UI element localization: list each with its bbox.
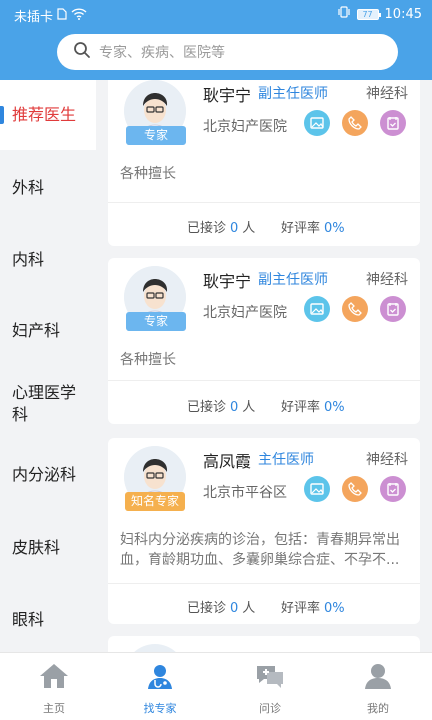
tab-label: 找专家 (143, 702, 177, 715)
doctor-card[interactable]: 专家 耿宇宁 副主任医师 神经科 北京妇产医院 各种擅长 已接诊 0 人 好评率 0% (108, 80, 420, 246)
doctor-hospital: 北京市平谷区 (203, 485, 287, 501)
tab-find-expert[interactable]: 找专家 (130, 663, 190, 716)
header: 未插卡 77 10:45 专家、疾病、医院等 (0, 0, 432, 80)
card-divider (108, 380, 420, 381)
sidebar-item-label: 妇产科 (12, 321, 61, 340)
doctor-card[interactable]: 知名专家 高凤霞 主任医师 神经科 北京市平谷区 妇科内分泌疾病的诊治，包括：青… (108, 438, 420, 624)
rating-label: 好评率 (281, 601, 321, 616)
rating-label: 好评率 (281, 221, 321, 236)
doctor-title: 副主任医师 (258, 272, 328, 288)
consult-unit: 人 (242, 601, 256, 616)
consult-label: 已接诊 (187, 221, 227, 236)
status-bar: 未插卡 77 10:45 (0, 0, 432, 28)
rating-label: 好评率 (281, 400, 321, 415)
doctor-department: 神经科 (366, 452, 408, 468)
famous-expert-badge: 知名专家 (125, 492, 185, 511)
phone-consult-icon[interactable] (342, 110, 368, 136)
doctor-title: 主任医师 (258, 452, 314, 468)
sidebar-item-dermatology[interactable]: 皮肤科 (0, 536, 96, 560)
tab-label: 问诊 (259, 702, 281, 715)
doctor-department: 神经科 (366, 272, 408, 288)
sidebar-item-label: 皮肤科 (12, 538, 61, 557)
doctor-name: 耿宇宁 (203, 86, 252, 105)
card-divider (108, 202, 420, 203)
vibrate-icon (337, 6, 351, 22)
doctor-skill: 各种擅长 (120, 166, 176, 182)
doctor-title: 副主任医师 (258, 86, 328, 102)
image-consult-icon[interactable] (304, 296, 330, 322)
doctor-hospital: 北京妇产医院 (203, 119, 287, 135)
home-icon (39, 663, 69, 692)
sidebar-item-label: 外科 (12, 178, 45, 197)
tab-label: 我的 (367, 702, 389, 715)
avatar (124, 644, 186, 652)
doctor-skill: 各种擅长 (120, 352, 176, 368)
consult-count: 0 (230, 400, 239, 415)
card-divider (108, 583, 420, 584)
appointment-icon[interactable] (380, 110, 406, 136)
phone-consult-icon[interactable] (342, 476, 368, 502)
tab-mine[interactable]: 我的 (348, 663, 408, 716)
consult-unit: 人 (242, 400, 256, 415)
appointment-icon[interactable] (380, 476, 406, 502)
doctor-card[interactable]: 专家 耿宇宁 副主任医师 神经科 北京妇产医院 各种擅长 已接诊 0 人 好评率 0% (108, 258, 420, 424)
image-consult-icon[interactable] (304, 476, 330, 502)
phone-consult-icon[interactable] (342, 296, 368, 322)
consult-count: 0 (230, 221, 239, 236)
doctor-list: 专家 耿宇宁 副主任医师 神经科 北京妇产医院 各种擅长 已接诊 0 人 好评率 0%… (108, 80, 420, 652)
app-screen: 未插卡 77 10:45 专家、疾病、医院等 推荐医生 外科 内科 妇产科 心理… (0, 0, 432, 720)
sidebar-item-label: 眼科 (12, 610, 45, 629)
department-sidebar: 推荐医生 外科 内科 妇产科 心理医学科 内分泌科 皮肤科 眼科 (0, 80, 96, 652)
sidebar-item-label: 心理医学科 (12, 383, 77, 424)
clock-text: 10:45 (384, 6, 422, 22)
sim-icon (57, 7, 67, 24)
chat-icon (255, 663, 285, 692)
sidebar-item-psychology[interactable]: 心理医学科 (0, 380, 90, 428)
doctor-department: 神经科 (366, 86, 408, 102)
doctor-name: 耿宇宁 (203, 272, 252, 291)
doctor-name: 高凤霞 (203, 452, 252, 471)
tab-consult[interactable]: 问诊 (240, 663, 300, 716)
sidebar-item-ophthalmology[interactable]: 眼科 (0, 608, 96, 632)
search-bar[interactable]: 专家、疾病、医院等 (57, 34, 398, 70)
bottom-tab-bar: 主页 找专家 问诊 我的 (0, 652, 432, 720)
carrier-text: 未插卡 (14, 10, 54, 25)
search-icon (73, 41, 91, 63)
doctor-hospital: 北京妇产医院 (203, 305, 287, 321)
rating-value: 0% (324, 601, 345, 616)
appointment-icon[interactable] (380, 296, 406, 322)
battery-icon: 77 (356, 8, 381, 20)
sidebar-item-label: 内分泌科 (12, 465, 77, 484)
sidebar-item-label: 内科 (12, 250, 45, 269)
doctor-icon (145, 663, 175, 692)
sidebar-item-surgery[interactable]: 外科 (0, 176, 96, 200)
expert-badge: 专家 (126, 126, 186, 145)
rating-value: 0% (324, 221, 345, 236)
sidebar-item-label: 推荐医生 (12, 105, 77, 124)
consult-count: 0 (230, 601, 239, 616)
doctor-skill: 妇科内分泌疾病的诊治，包括：青春期异常出血，育龄期功血、多囊卵巢综合症、不孕不.… (120, 532, 400, 568)
user-icon (363, 663, 393, 692)
rating-value: 0% (324, 400, 345, 415)
expert-badge: 专家 (126, 312, 186, 331)
tab-home[interactable]: 主页 (24, 663, 84, 716)
sidebar-item-internal-medicine[interactable]: 内科 (0, 248, 96, 272)
search-placeholder: 专家、疾病、医院等 (99, 45, 225, 61)
wifi-icon (71, 7, 87, 24)
sidebar-item-endocrinology[interactable]: 内分泌科 (0, 463, 96, 487)
sidebar-item-recommended[interactable]: 推荐医生 (0, 80, 96, 150)
doctor-card[interactable] (108, 636, 420, 652)
image-consult-icon[interactable] (304, 110, 330, 136)
sidebar-item-obstetrics[interactable]: 妇产科 (0, 319, 96, 343)
consult-label: 已接诊 (187, 601, 227, 616)
consult-unit: 人 (242, 221, 256, 236)
consult-label: 已接诊 (187, 400, 227, 415)
tab-label: 主页 (43, 702, 65, 715)
